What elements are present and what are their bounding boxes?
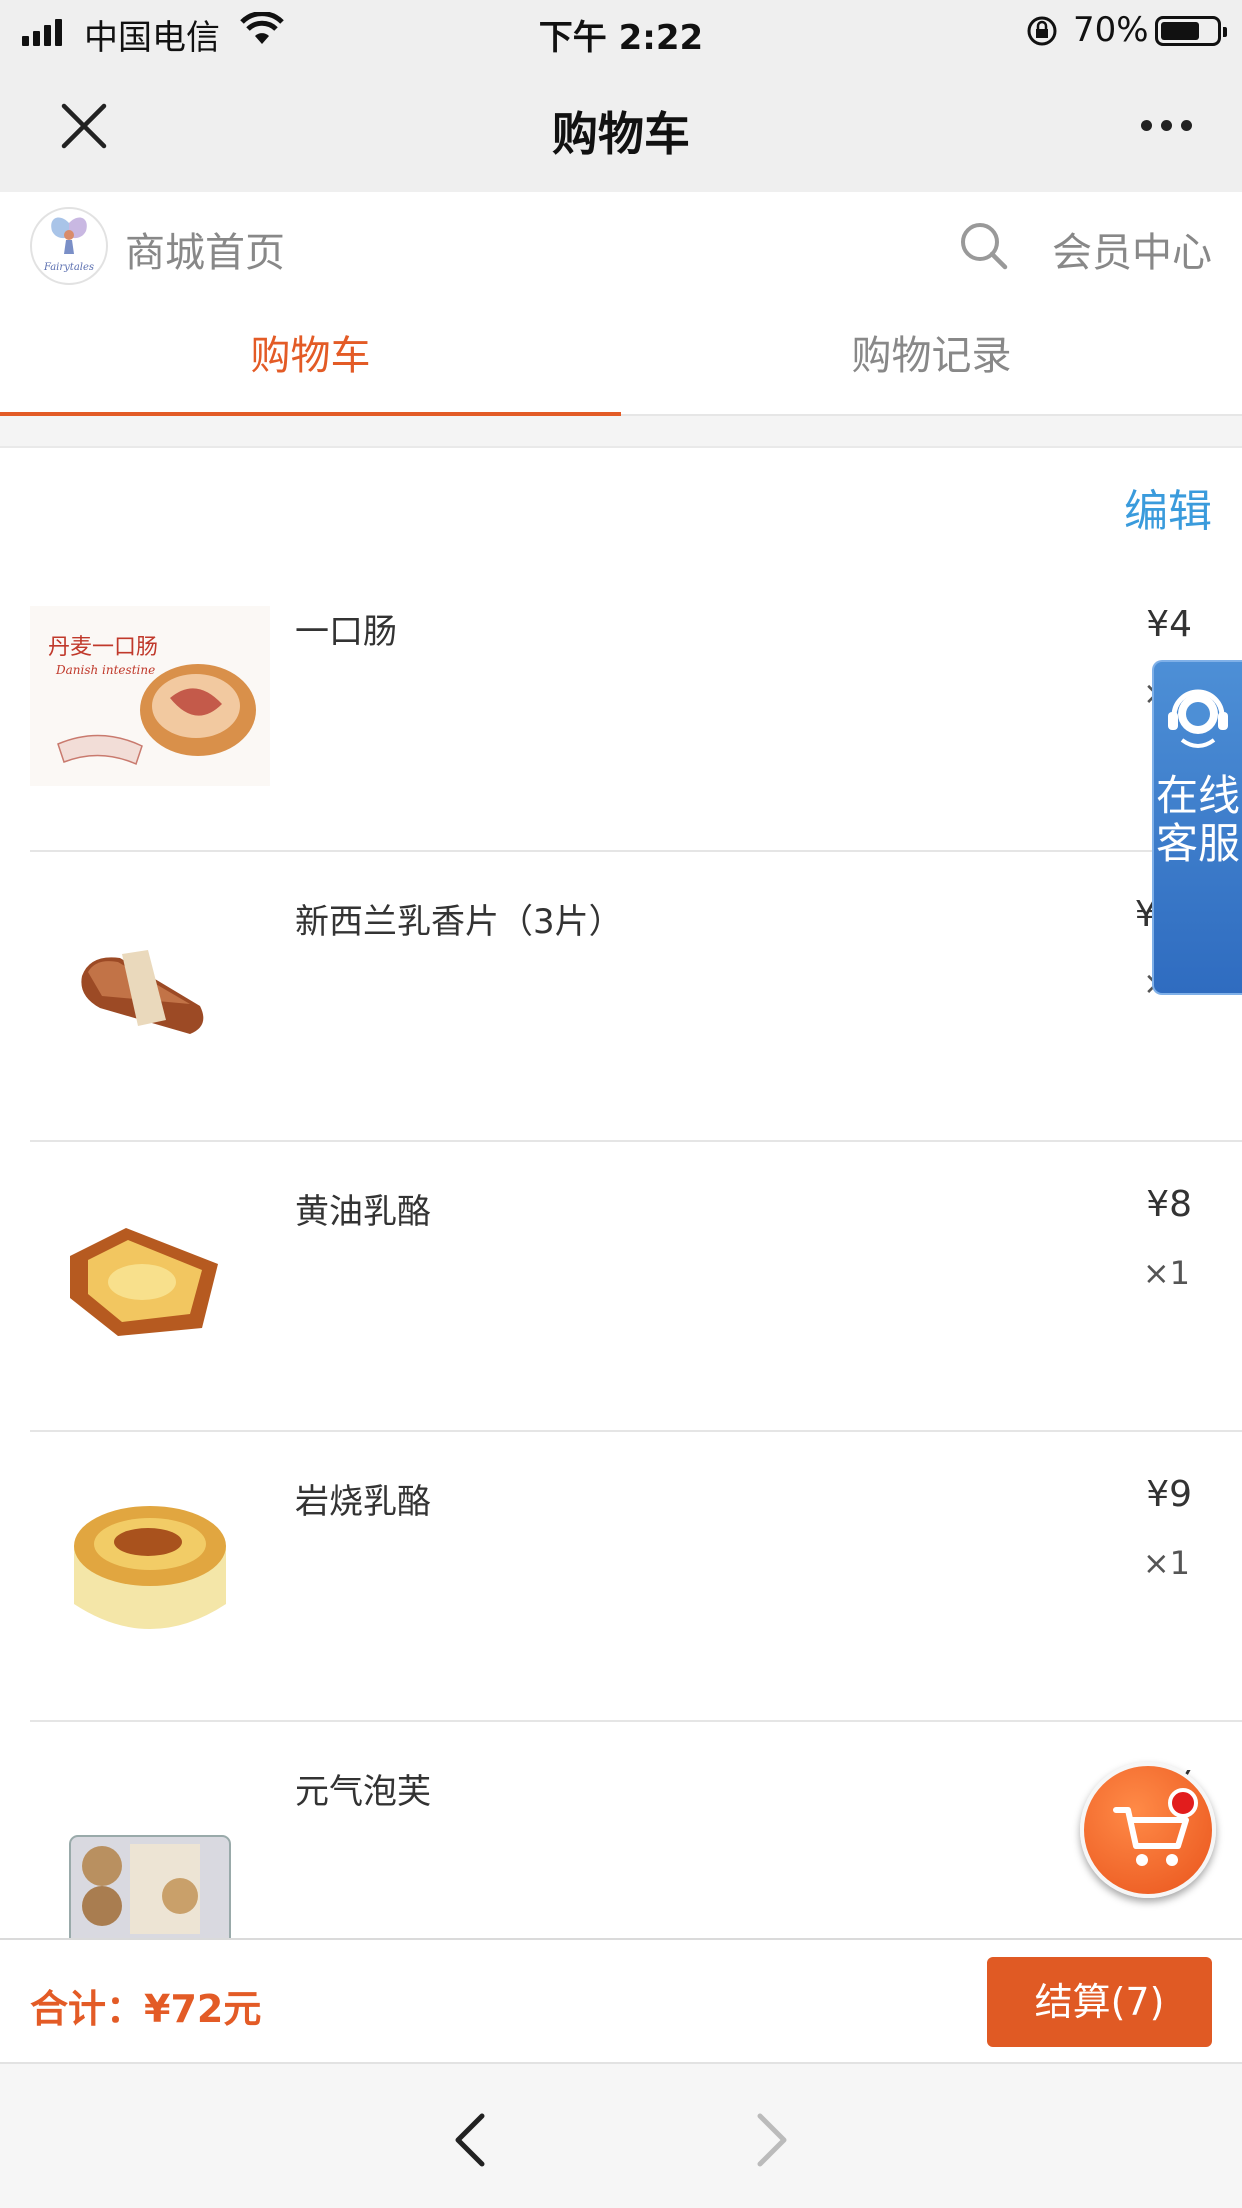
svg-text:Danish intestine: Danish intestine — [55, 663, 155, 677]
item-thumbnail — [30, 1476, 270, 1656]
cart-item[interactable]: 岩烧乳酪 ¥9 ×1 — [30, 1432, 1242, 1722]
checkout-bar: 合计：¥72元 结算(7) — [0, 1938, 1242, 2062]
home-link[interactable]: 商城首页 — [125, 220, 285, 278]
chevron-left-icon[interactable] — [450, 2112, 490, 2172]
cart-badge — [1168, 1788, 1198, 1818]
item-name: 元气泡芙 — [295, 1772, 431, 1812]
item-image-text: 丹麦一口肠 — [48, 635, 158, 660]
item-quantity: ×1 — [1142, 1254, 1190, 1292]
cart-content: 编辑 丹麦一口肠 Danish intestine 一口肠 ¥4 ×1 — [0, 450, 1242, 1938]
cart-item[interactable]: 新西兰乳香片（3片） ¥7. ×1 — [30, 852, 1242, 1142]
item-thumbnail: 丹麦一口肠 Danish intestine — [30, 606, 270, 786]
shop-logo[interactable]: Fairytales — [30, 207, 108, 285]
cart-item[interactable]: 黄油乳酪 ¥8 ×1 — [30, 1142, 1242, 1432]
cart-item[interactable]: 丹麦一口肠 Danish intestine 一口肠 ¥4 ×1 — [30, 562, 1242, 852]
item-name: 岩烧乳酪 — [295, 1482, 431, 1522]
online-service-label: 在线客服 — [1155, 771, 1240, 868]
rotation-lock-icon — [1025, 14, 1059, 52]
checkout-button[interactable]: 结算(7) — [987, 1957, 1212, 2047]
item-thumbnail — [30, 896, 270, 1076]
tab-cart[interactable]: 购物车 — [0, 302, 621, 418]
headset-icon — [1166, 684, 1230, 758]
item-thumbnail — [30, 1766, 270, 1938]
item-price: ¥8 — [1146, 1184, 1192, 1225]
item-name: 新西兰乳香片（3片） — [295, 902, 623, 942]
status-bar: 中国电信 下午 2:22 70% — [0, 0, 1242, 62]
shop-header: Fairytales 商城首页 会员中心 — [0, 192, 1242, 302]
edit-button[interactable]: 编辑 — [1124, 475, 1212, 539]
browser-nav-bar — [0, 2062, 1242, 2208]
item-price: ¥4 — [1146, 604, 1192, 645]
section-divider — [0, 416, 1242, 448]
item-quantity: ×1 — [1142, 1544, 1190, 1582]
page-title: 购物车 — [552, 107, 690, 161]
item-name: 一口肠 — [295, 612, 397, 652]
chevron-right-icon[interactable] — [752, 2112, 792, 2172]
online-service-button[interactable]: 在线客服 — [1152, 660, 1242, 995]
cart-item[interactable]: 元气泡芙 ¥ — [30, 1722, 1242, 1938]
total-amount: 合计：¥72元 — [30, 1987, 262, 2031]
battery-percent: 70% — [1073, 10, 1149, 50]
battery-icon — [1155, 16, 1227, 46]
item-thumbnail — [30, 1186, 270, 1366]
tab-bar: 购物车 购物记录 — [0, 302, 1242, 418]
battery-level-fill — [1161, 22, 1199, 40]
search-icon[interactable] — [958, 220, 1010, 276]
tab-history[interactable]: 购物记录 — [621, 302, 1242, 416]
logo-text: Fairytales — [43, 262, 95, 273]
floating-cart-button[interactable] — [1080, 1762, 1216, 1898]
more-dots-icon[interactable] — [1141, 120, 1192, 131]
title-bar: 购物车 — [0, 62, 1242, 192]
item-price: ¥9 — [1146, 1474, 1192, 1515]
member-center-link[interactable]: 会员中心 — [1052, 220, 1212, 278]
item-name: 黄油乳酪 — [295, 1192, 431, 1232]
